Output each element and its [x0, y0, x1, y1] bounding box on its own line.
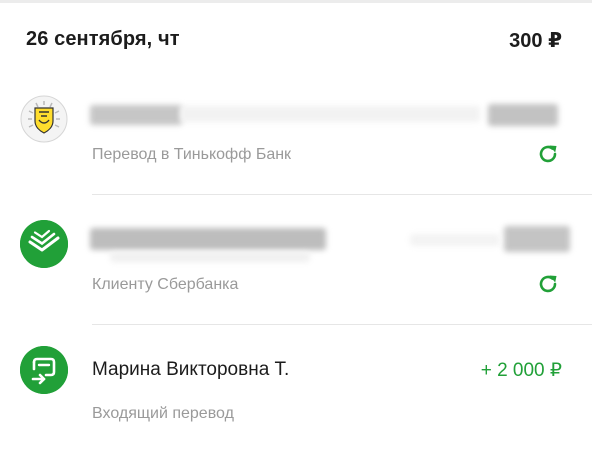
redaction-smear — [110, 252, 310, 262]
transaction-incoming[interactable]: Марина Викторовна Т. + 2 000 ₽ Входящий … — [0, 342, 592, 454]
transaction-title-redacted — [90, 228, 326, 250]
transaction-subtitle: Входящий перевод — [92, 405, 234, 422]
transactions-screen: 26 сентября, чт 300 ₽ Перевод в Тинькофф… — [0, 0, 592, 454]
divider — [92, 194, 592, 195]
transaction-title: Марина Викторовна Т. — [92, 359, 290, 380]
day-date: 26 сентября, чт — [26, 28, 180, 50]
transaction-sberbank[interactable]: Клиенту Сбербанка — [0, 212, 592, 325]
divider — [92, 324, 592, 325]
transaction-amount: + 2 000 ₽ — [480, 360, 562, 381]
tinkoff-logo-icon — [19, 94, 69, 144]
incoming-transfer-icon — [20, 346, 68, 394]
transaction-amount-redacted — [488, 104, 558, 126]
transaction-subtitle: Клиенту Сбербанка — [92, 276, 239, 293]
transaction-title-redacted — [90, 105, 182, 125]
sberbank-logo-icon — [20, 220, 68, 268]
transaction-tinkoff[interactable]: Перевод в Тинькофф Банк — [0, 90, 592, 195]
redaction-smear — [180, 106, 480, 122]
transaction-subtitle: Перевод в Тинькофф Банк — [92, 146, 292, 163]
day-total: 300 ₽ — [509, 30, 562, 52]
day-header: 26 сентября, чт 300 ₽ — [0, 0, 592, 80]
repeat-icon[interactable] — [536, 272, 560, 296]
repeat-icon[interactable] — [536, 142, 560, 166]
transaction-amount-redacted — [504, 226, 570, 252]
redaction-smear — [410, 234, 500, 246]
